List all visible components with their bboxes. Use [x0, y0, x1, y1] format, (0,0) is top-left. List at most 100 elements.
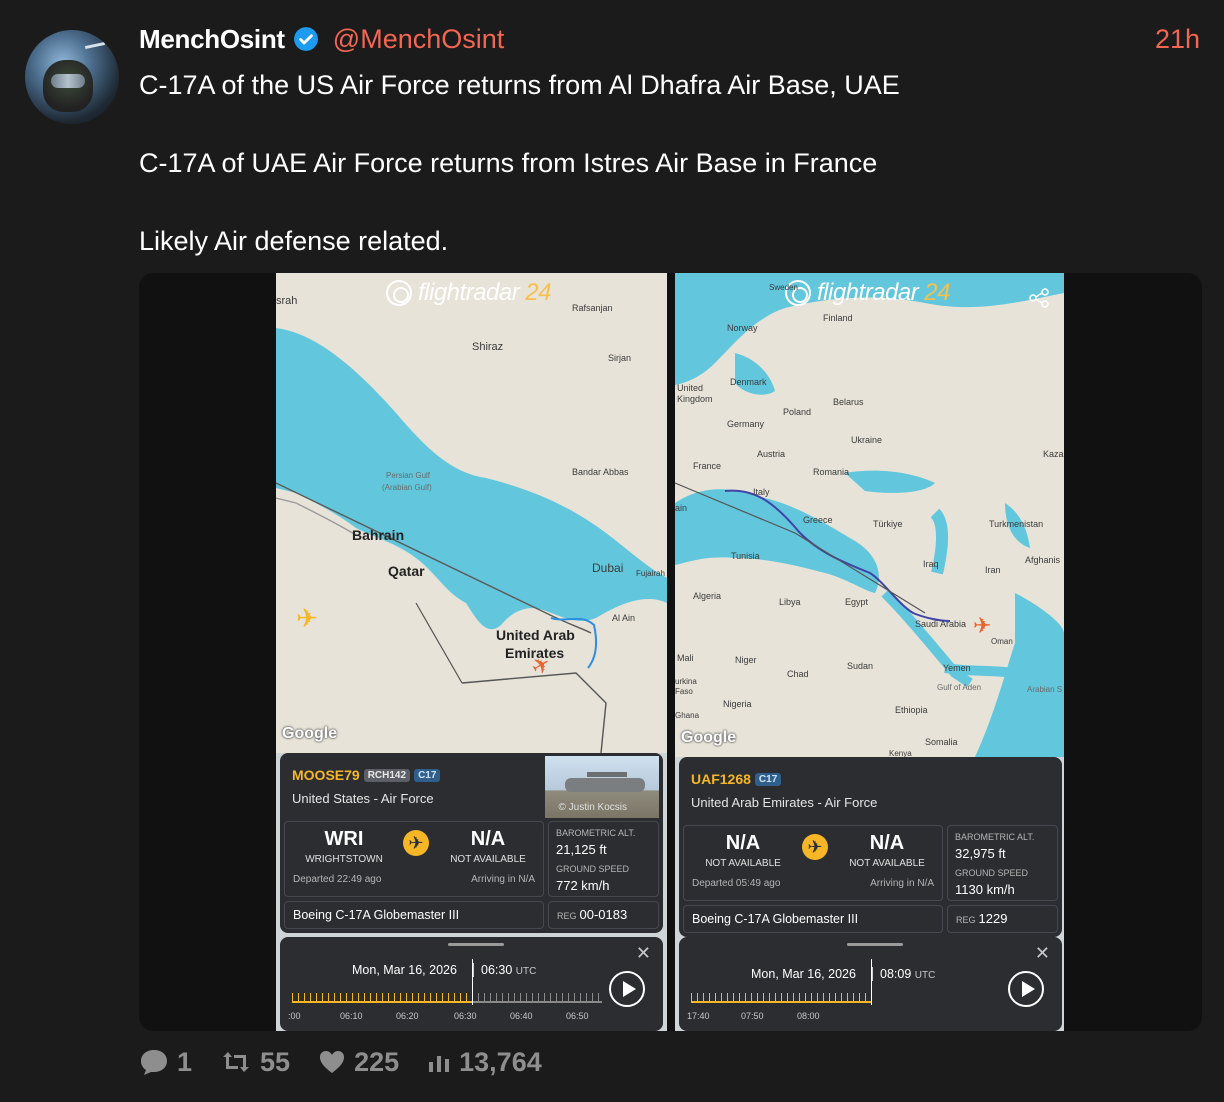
verified-badge-icon — [293, 27, 318, 51]
timeline-slider[interactable] — [691, 959, 872, 1005]
speed-label: GROUND SPEED — [556, 864, 630, 874]
map-label: France — [693, 461, 722, 471]
post-header: MenchOsint @MenchOsint — [139, 22, 504, 56]
map-label: Sweden — [769, 283, 798, 292]
map-label: srah — [276, 295, 298, 307]
timeline-cursor[interactable] — [472, 959, 473, 1005]
map-label: Al Ain — [612, 613, 636, 623]
registration[interactable]: REG 1229 — [947, 905, 1058, 933]
baro-value: 21,125 ft — [556, 842, 607, 857]
map-label: Ukraine — [851, 435, 883, 445]
timeline-cursor[interactable] — [871, 959, 872, 1005]
stats-box: BAROMETRIC ALT. 32,975 ft GROUND SPEED 1… — [947, 825, 1058, 901]
author-name[interactable]: MenchOsint — [139, 24, 285, 55]
drag-handle[interactable] — [448, 943, 504, 946]
plane-marker-icon[interactable]: ✈ — [296, 603, 318, 634]
stats-box: BAROMETRIC ALT. 21,125 ft GROUND SPEED 7… — [548, 821, 659, 897]
photo-plane — [565, 778, 645, 792]
map-label: Sirjan — [608, 353, 632, 363]
photo-wing — [587, 772, 627, 777]
like-button[interactable]: 225 — [318, 1047, 399, 1078]
timeline-remaining — [472, 993, 602, 1003]
map-label: ain — [675, 503, 688, 513]
map-label: Poland — [783, 407, 812, 417]
map-label: Romania — [813, 467, 850, 477]
map-label: Mali — [677, 653, 694, 663]
timeline-tick: 06:20 — [396, 1011, 419, 1021]
post-actions: 1 55 225 13,764 — [139, 1044, 570, 1080]
map-label: Afghanis — [1025, 555, 1061, 565]
like-icon — [320, 1051, 345, 1073]
origin-city: NOT AVAILABLE — [705, 858, 781, 869]
map-label: Greece — [803, 515, 833, 525]
map-label: Germany — [727, 419, 765, 429]
author-handle[interactable]: @MenchOsint — [333, 24, 504, 55]
timeline-elapsed — [691, 993, 871, 1003]
origin-code[interactable]: WRI — [289, 828, 399, 851]
timeline-tick: 06:40 — [510, 1011, 533, 1021]
timeline-tick: :00 — [288, 1011, 301, 1021]
visor-graphic — [51, 74, 85, 88]
baro-label: BAROMETRIC ALT. — [955, 832, 1035, 842]
departed-text: Departed 22:49 ago — [293, 874, 382, 885]
repost-button[interactable]: 55 — [220, 1047, 290, 1078]
close-icon[interactable]: ✕ — [1035, 943, 1050, 964]
origin-code[interactable]: N/A — [688, 832, 798, 855]
fr24-brand: flightradar — [418, 279, 520, 306]
play-icon[interactable] — [609, 971, 645, 1007]
reply-icon — [141, 1050, 167, 1075]
photo-credit: © Justin Kocsis — [558, 802, 627, 813]
views-button[interactable]: 13,764 — [427, 1047, 542, 1078]
media-container[interactable]: flightradar 24 srah Rafsanjan Shiraz Sirj… — [139, 273, 1202, 1031]
flight-info-card: UAF1268 C17 United Arab Emirates - Air Fo… — [679, 757, 1062, 937]
flight-screenshot-1[interactable]: flightradar 24 srah Rafsanjan Shiraz Sirj… — [276, 273, 667, 1031]
post-timestamp[interactable]: 21h — [1155, 24, 1200, 55]
map-label: Iran — [985, 565, 1001, 575]
playback-time: 06:30 UTC — [473, 963, 536, 977]
map-label: Persian Gulf — [386, 471, 431, 480]
aircraft-type-badge: C17 — [754, 773, 782, 786]
map-label: Bahrain — [352, 527, 405, 543]
map-label: Saudi Arabia — [915, 619, 967, 629]
aircraft-model[interactable]: Boeing C-17A Globemaster III — [284, 901, 544, 929]
map-label: Finland — [823, 313, 853, 323]
operator-label: United States - Air Force — [292, 791, 434, 806]
map-label: Iraq — [923, 559, 939, 569]
avatar[interactable] — [25, 30, 119, 124]
timeline-slider[interactable] — [292, 959, 602, 1005]
destination-city: NOT AVAILABLE — [849, 858, 925, 869]
map-label: Nigeria — [723, 699, 752, 709]
google-logo: Google — [681, 729, 737, 746]
share-icon[interactable] — [1028, 287, 1050, 309]
reply-button[interactable]: 1 — [139, 1047, 192, 1078]
destination-code[interactable]: N/A — [433, 828, 543, 851]
views-icon — [429, 1056, 450, 1072]
aircraft-model[interactable]: Boeing C-17A Globemaster III — [683, 905, 943, 933]
map-label: Tunisia — [731, 551, 760, 561]
timeline-tick: 06:30 — [454, 1011, 477, 1021]
drag-handle[interactable] — [847, 943, 903, 946]
map-label: Fujairah — [636, 569, 665, 578]
playback-date: Mon, Mar 16, 2026 — [751, 967, 856, 981]
map-label: Yemen — [943, 663, 971, 673]
registration[interactable]: REG 00-0183 — [548, 901, 659, 929]
map-label: Bandar Abbas — [572, 467, 629, 477]
playback-date: Mon, Mar 16, 2026 — [352, 963, 457, 977]
aircraft-type-badge: C17 — [414, 769, 441, 782]
destination-code[interactable]: N/A — [832, 832, 942, 855]
origin-city: WRIGHTSTOWN — [305, 854, 383, 865]
flight-callsign[interactable]: UAF1268 C17 — [691, 771, 782, 787]
departed-text: Departed 05:49 ago — [692, 878, 781, 889]
map-label: Belarus — [833, 397, 864, 407]
flight-screenshot-2[interactable]: flightradar 24 Sweden Finland Norway Unit… — [675, 273, 1064, 1031]
close-icon[interactable]: ✕ — [636, 943, 651, 964]
timeline-elapsed — [292, 993, 472, 1003]
play-icon[interactable] — [1008, 971, 1044, 1007]
map-label: Rafsanjan — [572, 303, 613, 313]
map-label: Kingdom — [677, 394, 713, 404]
google-logo: Google — [282, 725, 338, 742]
timeline-tick: 07:50 — [741, 1011, 764, 1021]
plane-marker-icon[interactable]: ✈ — [973, 613, 991, 639]
flight-callsign[interactable]: MOOSE79 RCH142 C17 — [292, 767, 441, 783]
reply-count: 1 — [177, 1046, 193, 1077]
